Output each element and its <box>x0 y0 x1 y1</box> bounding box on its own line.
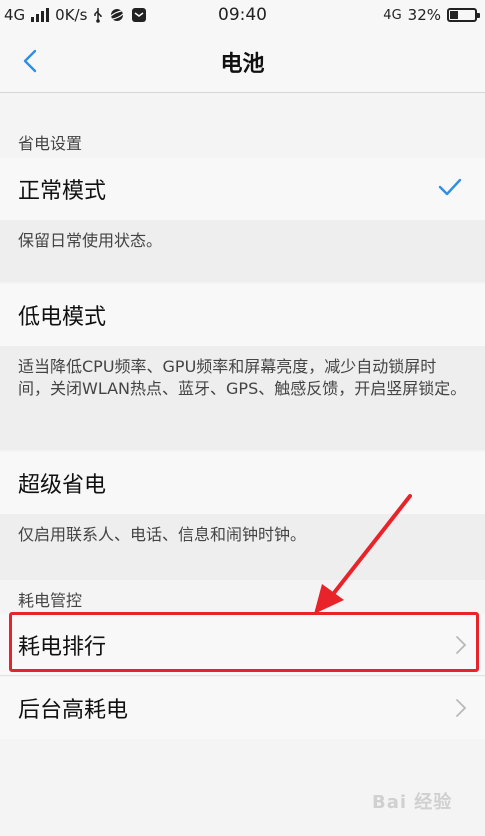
mode-title: 正常模式 <box>18 179 107 204</box>
mode-description: 保留日常使用状态。 <box>0 220 485 282</box>
list-item-label: 后台高耗电 <box>18 698 129 723</box>
highlight-box <box>9 612 479 672</box>
annotation-arrow-icon <box>314 494 412 614</box>
mode-normal[interactable]: 正常模式 <box>0 158 485 220</box>
status-right: 4G 32% <box>383 6 480 24</box>
chevron-right-icon <box>456 699 467 717</box>
status-bar: 4G 0K/s 09:40 4G 32% <box>0 0 485 30</box>
battery-level-fill <box>450 11 459 19</box>
section-label-power-settings: 省电设置 <box>18 134 83 153</box>
background-high-power-item[interactable]: 后台高耗电 <box>0 677 485 739</box>
checkmark-icon <box>438 178 462 196</box>
mode-title: 低电模式 <box>18 305 107 330</box>
page-title: 电池 <box>220 52 265 77</box>
mode-description: 适当降低CPU频率、GPU频率和屏幕亮度，减少自动锁屏时间，关闭WLAN热点、蓝… <box>0 346 485 450</box>
battery-icon <box>447 8 480 22</box>
watermark: Bai 经验 <box>372 792 453 813</box>
network-type-right: 4G <box>383 7 402 23</box>
mode-low-power[interactable]: 低电模式 <box>0 284 485 346</box>
battery-percent: 32% <box>407 6 441 24</box>
section-label-power-control: 耗电管控 <box>18 591 83 610</box>
mode-title: 超级省电 <box>18 473 107 498</box>
nav-bar: 电池 <box>0 30 485 93</box>
